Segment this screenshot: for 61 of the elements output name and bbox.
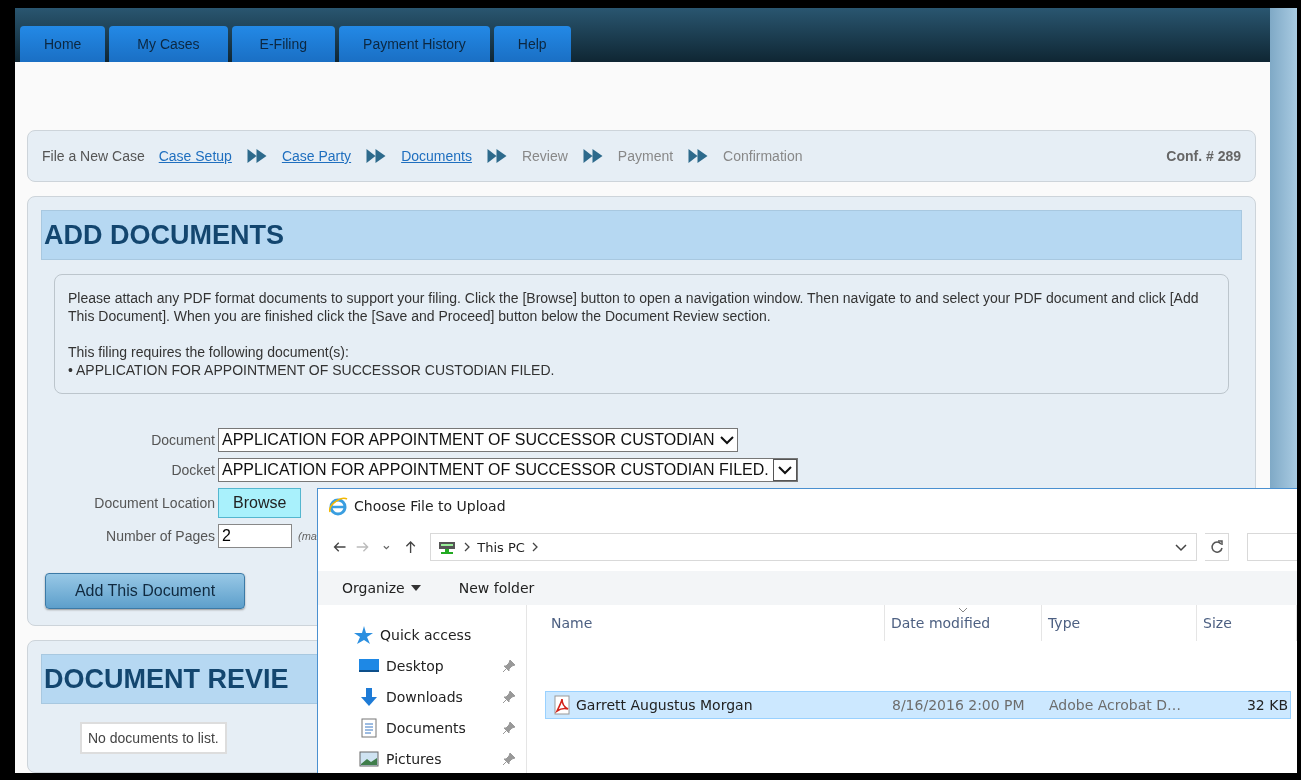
picture-icon xyxy=(358,748,380,769)
search-field[interactable] xyxy=(1247,533,1297,561)
nav-item[interactable]: Documents xyxy=(318,712,526,743)
nav-tab[interactable]: Help xyxy=(493,26,571,62)
address-text: This PC xyxy=(477,539,525,555)
double-arrow-icon xyxy=(245,147,268,165)
nav-tab[interactable]: Payment History xyxy=(339,26,490,62)
nav-item[interactable]: Pictures xyxy=(318,743,526,773)
download-icon xyxy=(358,686,380,707)
document-select[interactable]: APPLICATION FOR APPOINTMENT OF SUCCESSOR CUSTODIAN xyxy=(218,428,738,452)
address-bar[interactable]: This PC xyxy=(430,533,1198,561)
toolbar-button[interactable]: New folder xyxy=(458,580,535,596)
nav-tab[interactable]: E-Filing xyxy=(231,26,336,62)
chevron-icon xyxy=(463,542,472,552)
add-document-button[interactable]: Add This Document xyxy=(45,573,245,609)
field-note: (ma xyxy=(298,530,317,542)
column-header[interactable]: Type xyxy=(1042,605,1197,641)
toolbar-button[interactable]: Organize xyxy=(342,580,421,596)
instruction-text: This filing requires the following document(s): xyxy=(68,343,350,361)
field-label: Number of Pages xyxy=(105,528,215,544)
field-label: Docket xyxy=(170,462,215,478)
file-row[interactable]: Garrett Augustus Morgan 8/16/2016 2:00 PM Adobe Acrobat D… 32 KB xyxy=(545,691,1291,719)
browser-logo-icon xyxy=(328,496,348,516)
step-link[interactable]: Case Setup xyxy=(158,148,232,164)
file-size: 32 KB xyxy=(1245,697,1289,713)
dropdown-icon xyxy=(383,544,391,550)
document-select[interactable]: APPLICATION FOR APPOINTMENT OF SUCCESSOR CUSTODIAN FILED. xyxy=(218,458,798,482)
pdf-file-icon xyxy=(552,695,572,715)
caret-icon xyxy=(718,433,735,447)
field-label: Document xyxy=(150,432,215,448)
double-arrow-icon xyxy=(687,147,710,165)
pages-input[interactable]: 2 xyxy=(218,524,292,548)
nav-tab[interactable]: Home xyxy=(20,26,106,62)
computer-icon xyxy=(437,539,458,555)
sort-caret-icon xyxy=(958,607,968,613)
nav-item[interactable]: Quick access xyxy=(318,619,526,650)
field-label: Document Location xyxy=(93,495,215,511)
section-heading: ADD DOCUMENTS xyxy=(41,210,1242,260)
instruction-text: • APPLICATION FOR APPOINTMENT OF SUCCESSOR CUSTODIAN FILED. xyxy=(68,361,556,379)
document-icon xyxy=(358,717,380,738)
dialog-title: Choose File to Upload xyxy=(354,498,506,514)
double-arrow-icon xyxy=(581,147,604,165)
double-arrow-icon xyxy=(485,147,508,165)
step-link[interactable]: Documents xyxy=(401,148,472,164)
confirmation-number: Conf. # 289 xyxy=(1166,148,1241,164)
step-label: Review xyxy=(521,148,568,164)
refresh-button[interactable] xyxy=(1205,533,1230,561)
step-link[interactable]: Case Party xyxy=(281,148,352,164)
step-label: Payment xyxy=(617,148,674,164)
empty-message: No documents to list. xyxy=(80,722,227,754)
caret-icon xyxy=(776,463,793,477)
chevron-icon xyxy=(530,542,539,552)
step-label: Confirmation xyxy=(723,148,803,164)
nav-tab[interactable]: My Cases xyxy=(109,26,228,62)
instruction-text: Please attach any PDF format documents to support your filing. Click the [Browse] button to open a navigation window. Then navigate to and select your PDF document and click [Add This Document]. When you are finished click the [Save and Proceed] button below the Document Review section. xyxy=(68,289,1200,325)
browse-button[interactable]: Browse xyxy=(218,488,302,518)
column-header[interactable]: Size xyxy=(1197,605,1297,641)
double-arrow-icon xyxy=(365,147,388,165)
column-header[interactable]: Date modified xyxy=(885,605,1042,641)
breadcrumb-title: File a New Case xyxy=(42,148,145,164)
column-header[interactable]: Name xyxy=(545,605,885,641)
